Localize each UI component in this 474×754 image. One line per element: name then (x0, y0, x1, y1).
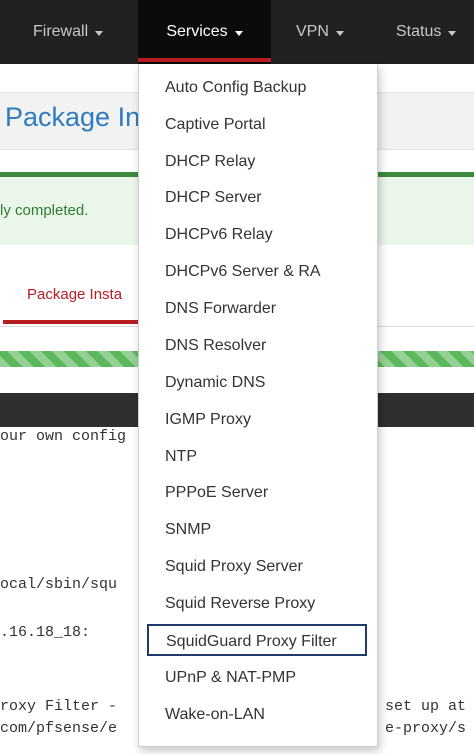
menu-item-wake-on-lan[interactable]: Wake-on-LAN (165, 703, 265, 727)
nav-vpn[interactable]: VPN (296, 0, 344, 64)
console-line: our own config (0, 428, 127, 445)
menu-item-squidguard-proxy-filter[interactable]: SquidGuard Proxy Filter (147, 624, 367, 656)
menu-item-dhcp-server[interactable]: DHCP Server (165, 186, 262, 210)
menu-item-auto-config-backup[interactable]: Auto Config Backup (165, 76, 306, 100)
menu-item-dns-resolver[interactable]: DNS Resolver (165, 334, 266, 358)
nav-status[interactable]: Status (396, 0, 457, 64)
menu-item-ntp[interactable]: NTP (165, 445, 197, 469)
console-line: com/pfsense/e (0, 720, 118, 737)
caret-down-icon (95, 30, 104, 36)
active-nav-indicator (138, 58, 271, 62)
menu-item-upnp-nat-pmp[interactable]: UPnP & NAT-PMP (165, 666, 296, 690)
nav-services[interactable]: Services (138, 0, 271, 64)
console-line: set up at (385, 698, 467, 715)
nav-firewall[interactable]: Firewall (33, 0, 104, 64)
nav-vpn-label: VPN (296, 23, 329, 40)
menu-item-captive-portal[interactable]: Captive Portal (165, 113, 266, 137)
services-dropdown-menu: Auto Config Backup Captive Portal DHCP R… (138, 64, 378, 747)
console-line: ocal/sbin/squ (0, 576, 118, 593)
tab-package-installer[interactable]: Package Insta (27, 286, 122, 303)
menu-item-squid-proxy-server[interactable]: Squid Proxy Server (165, 555, 303, 579)
menu-item-dns-forwarder[interactable]: DNS Forwarder (165, 297, 276, 321)
caret-down-icon (335, 30, 344, 36)
nav-status-label: Status (396, 23, 442, 40)
menu-item-pppoe-server[interactable]: PPPoE Server (165, 481, 268, 505)
nav-services-label: Services (166, 23, 228, 40)
page-title: Package In (5, 102, 141, 132)
menu-item-dynamic-dns[interactable]: Dynamic DNS (165, 371, 265, 395)
menu-item-dhcpv6-relay[interactable]: DHCPv6 Relay (165, 223, 273, 247)
menu-item-igmp-proxy[interactable]: IGMP Proxy (165, 408, 251, 432)
nav-firewall-label: Firewall (33, 23, 89, 40)
console-line: roxy Filter - (0, 698, 118, 715)
console-line: .16.18_18: (0, 624, 91, 641)
caret-down-icon (234, 30, 243, 36)
top-navbar: Firewall Services VPN Status (0, 0, 474, 64)
caret-down-icon (448, 30, 457, 36)
menu-item-dhcpv6-server-ra[interactable]: DHCPv6 Server & RA (165, 260, 321, 284)
active-tab-indicator (3, 320, 153, 324)
menu-item-snmp[interactable]: SNMP (165, 518, 211, 542)
success-alert-text: ly completed. (0, 202, 89, 219)
menu-item-squid-reverse-proxy[interactable]: Squid Reverse Proxy (165, 592, 315, 616)
console-line: e-proxy/s (385, 720, 467, 737)
menu-item-dhcp-relay[interactable]: DHCP Relay (165, 150, 255, 174)
